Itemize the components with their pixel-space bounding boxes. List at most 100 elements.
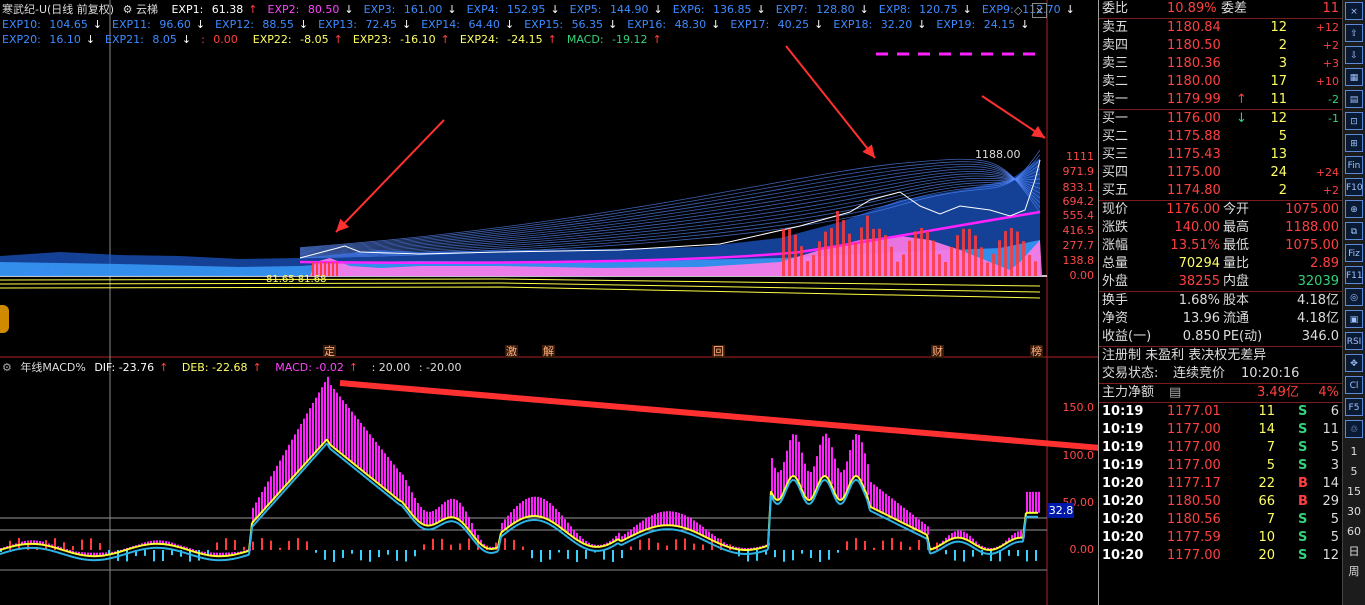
stat-row[interactable]: 现价 1176.00 今开 1075.00	[1099, 201, 1343, 219]
toolbar-icon[interactable]: F5	[1345, 398, 1363, 416]
exp-item: EXP3: 161.00 ↓	[363, 3, 457, 16]
tick-row[interactable]: 10:20 1177.17 22 B 14	[1099, 475, 1343, 493]
dea-line	[890, 520, 895, 524]
tick-row[interactable]: 10:19 1177.00 7 S 5	[1099, 439, 1343, 457]
macd-hist-bar	[297, 538, 299, 550]
macd-bar	[900, 505, 902, 522]
macd-title[interactable]: 年线MACD%	[20, 361, 85, 374]
sell-book: 卖五 1180.84 12 +12 卖四 1180.50 2 +2 卖三 1180.36 3 +3 卖二…	[1099, 19, 1343, 109]
stock-title[interactable]: 寒武纪-U(日线 前复权)	[2, 3, 114, 16]
dif-line	[644, 527, 649, 531]
macd-bar	[552, 505, 554, 522]
main-net-row[interactable]: 主力净额 ▤ 3.49亿 4%	[1099, 384, 1343, 402]
toolbar-icon[interactable]: ▤	[1345, 90, 1363, 108]
tick-row[interactable]: 10:20 1180.50 66 B 29	[1099, 493, 1343, 511]
period-button[interactable]: 30	[1343, 502, 1365, 522]
event-marker[interactable]: 定	[323, 345, 336, 358]
toolbar-icon[interactable]: Fiz	[1345, 244, 1363, 262]
event-marker[interactable]: 解	[542, 345, 555, 358]
tick-row[interactable]: 10:19 1177.01 11 S 6	[1099, 403, 1343, 421]
sell-level[interactable]: 卖四 1180.50 2 +2	[1099, 37, 1343, 55]
level-label: 买四	[1102, 165, 1129, 180]
dif-line	[674, 524, 679, 528]
sell-level[interactable]: 卖二 1180.00 17 +10	[1099, 73, 1343, 91]
toolbar-icon[interactable]: F10	[1345, 178, 1363, 196]
event-marker[interactable]: 激	[505, 345, 518, 358]
buy-level[interactable]: 买三 1175.43 13	[1099, 146, 1343, 164]
event-marker[interactable]: 回	[712, 345, 725, 358]
dea-line	[917, 533, 922, 537]
period-button[interactable]: 15	[1343, 482, 1365, 502]
dif-line	[605, 543, 610, 547]
sell-level[interactable]: 卖三 1180.36 3 +3	[1099, 55, 1343, 73]
macd-settings-icon[interactable]: ⚙	[2, 361, 12, 374]
toolbar-icon[interactable]: ⊡	[1345, 112, 1363, 130]
dif-line	[401, 501, 406, 506]
sell-level[interactable]: 卖五 1180.84 12 +12	[1099, 19, 1343, 37]
toolbar-icon[interactable]: ▦	[1345, 68, 1363, 86]
toolbar-icon[interactable]: RSI	[1345, 332, 1363, 350]
period-button[interactable]: 日	[1343, 542, 1365, 562]
period-button[interactable]: 周	[1343, 562, 1365, 582]
dif-line	[329, 443, 334, 448]
buy-level[interactable]: 买四 1175.00 24 +24	[1099, 164, 1343, 182]
buy-level[interactable]: 买一 1176.00 12 -1 ↓	[1099, 110, 1343, 128]
period-button[interactable]: 1	[1343, 442, 1365, 462]
toolbar-icon[interactable]: ▣	[1345, 310, 1363, 328]
toolbar-icon[interactable]: Cl	[1345, 376, 1363, 394]
sell-level[interactable]: 卖一 1179.99 11 -2 ↑	[1099, 91, 1343, 109]
diamond-icon[interactable]: ◇	[1014, 4, 1022, 17]
toolbar-icon[interactable]: ⊕	[1345, 200, 1363, 218]
macd-bar	[273, 471, 275, 500]
stat-row[interactable]: 收益(一) 0.850 PE(动) 346.0	[1099, 328, 1343, 346]
stat-row[interactable]: 净资 13.96 流通 4.18亿	[1099, 310, 1343, 328]
level-change: -1	[1328, 112, 1339, 125]
buy-level[interactable]: 买五 1174.80 2 +2	[1099, 182, 1343, 200]
macd-bar	[450, 498, 452, 518]
toolbar-icon[interactable]: ×	[1345, 2, 1363, 20]
toolbar-icon[interactable]: ♲	[1345, 420, 1363, 438]
stat-row[interactable]: 涨幅 13.51% 最低 1075.00	[1099, 237, 1343, 255]
dif-line	[344, 455, 349, 460]
dea-line	[455, 521, 460, 525]
dea-line	[104, 557, 109, 561]
tick-row[interactable]: 10:20 1177.59 10 S 5	[1099, 529, 1343, 547]
buy-level[interactable]: 买二 1175.88 5	[1099, 128, 1343, 146]
toolbar-icon[interactable]: ⧉	[1345, 222, 1363, 240]
event-marker[interactable]: 榜	[1030, 345, 1043, 358]
toolbar-icon[interactable]: ⊞	[1345, 134, 1363, 152]
dif-line	[41, 543, 46, 547]
dea-line	[980, 550, 985, 554]
toolbar-icon[interactable]: F11	[1345, 266, 1363, 284]
stat-value: 4.18亿	[1297, 293, 1339, 308]
tick-row[interactable]: 10:19 1177.00 5 S 3	[1099, 457, 1343, 475]
stat-row[interactable]: 换手 1.68% 股本 4.18亿	[1099, 292, 1343, 310]
toolbar-icon[interactable]: ⇧	[1345, 24, 1363, 42]
toolbar-icon[interactable]: ◎	[1345, 288, 1363, 306]
chart-canvas[interactable]	[0, 0, 1098, 605]
stat-row[interactable]: 外盘 38255 内盘 32039	[1099, 273, 1343, 291]
tick-row[interactable]: 10:20 1180.56 7 S 5	[1099, 511, 1343, 529]
macd-bar	[915, 517, 917, 529]
indicator-name[interactable]: ⚙ 云梯	[123, 3, 163, 16]
period-button[interactable]: 60	[1343, 522, 1365, 542]
toolbar-icon[interactable]: ✥	[1345, 354, 1363, 372]
chart-area[interactable]: 寒武纪-U(日线 前复权) ⚙ 云梯 EXP1: 61.38 ↑ EXP2: 80.…	[0, 0, 1098, 605]
macd-bar	[912, 514, 914, 528]
period-button[interactable]: 5	[1343, 462, 1365, 482]
dea-line	[353, 467, 358, 472]
stat-row[interactable]: 总量 70294 量比 2.89	[1099, 255, 1343, 273]
tick-row[interactable]: 10:20 1177.00 20 S 12	[1099, 547, 1343, 565]
tick-list[interactable]: 10:19 1177.01 11 S 6 10:19 1177.00 14 S 11 10:19 11…	[1099, 403, 1343, 565]
toolbar-icon[interactable]: Fin	[1345, 156, 1363, 174]
stat-row[interactable]: 涨跌 140.00 最高 1188.00	[1099, 219, 1343, 237]
table-icon[interactable]: ▤	[1169, 384, 1181, 402]
close-pane-icon[interactable]: ×	[1031, 3, 1048, 18]
left-expand-handle[interactable]	[0, 305, 9, 333]
toolbar-icon[interactable]: ⇩	[1345, 46, 1363, 64]
dif-line	[980, 546, 985, 550]
tick-row[interactable]: 10:19 1177.00 14 S 11	[1099, 421, 1343, 439]
macd-hist-bar	[909, 546, 911, 550]
macd-hist-bar	[621, 550, 623, 559]
event-marker[interactable]: 财	[931, 345, 944, 358]
